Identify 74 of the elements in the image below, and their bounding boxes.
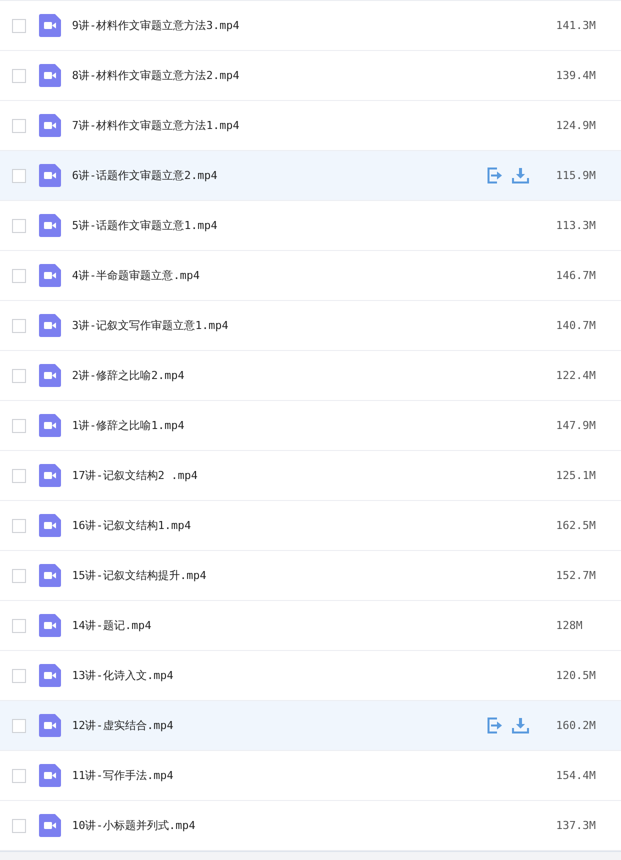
- file-size: 120.5M: [556, 669, 597, 682]
- file-size: 125.1M: [556, 469, 597, 482]
- file-name: 6讲-话题作文审题立意2.mp4: [72, 168, 218, 183]
- checkbox[interactable]: [12, 568, 26, 582]
- file-size: 139.4M: [556, 69, 597, 82]
- file-name: 15讲-记叙文结构提升.mp4: [72, 568, 208, 583]
- video-file-icon: [39, 814, 61, 837]
- file-size: 140.7M: [556, 319, 597, 332]
- file-name: 8讲-材料作文审题立意方法2.mp4: [72, 68, 240, 83]
- checkbox[interactable]: [12, 668, 26, 682]
- checkbox[interactable]: [12, 118, 26, 132]
- checkbox[interactable]: [12, 268, 26, 282]
- checkbox[interactable]: [12, 68, 26, 82]
- video-file-icon: [39, 364, 61, 387]
- file-name: 12讲-虚实结合.mp4: [72, 718, 174, 733]
- file-name: 11讲-写作手法.mp4: [72, 768, 174, 783]
- video-file-icon: [39, 564, 61, 587]
- file-size: 146.7M: [556, 269, 597, 282]
- checkbox[interactable]: [12, 718, 26, 732]
- checkbox[interactable]: [12, 818, 26, 832]
- video-file-icon: [39, 164, 61, 187]
- file-name: 10讲-小标题并列式.mp4: [72, 818, 196, 833]
- file-size: 122.4M: [556, 369, 597, 382]
- checkbox[interactable]: [12, 368, 26, 382]
- share-icon[interactable]: [487, 167, 504, 184]
- file-size: 154.4M: [556, 769, 597, 782]
- video-file-icon: [39, 614, 61, 637]
- file-size: 152.7M: [556, 569, 597, 582]
- file-name: 14讲-题记.mp4: [72, 618, 152, 633]
- checkbox[interactable]: [12, 468, 26, 482]
- file-size: 137.3M: [556, 819, 597, 832]
- file-name: 2讲-修辞之比喻2.mp4: [72, 368, 186, 383]
- file-size: 147.9M: [556, 419, 597, 432]
- file-name: 17讲-记叙文结构2 .mp4: [72, 468, 199, 483]
- video-file-icon: [39, 714, 61, 737]
- checkbox[interactable]: [12, 18, 26, 32]
- video-file-icon: [39, 14, 61, 37]
- download-icon[interactable]: [512, 167, 529, 184]
- file-size: 128M: [556, 619, 584, 632]
- file-size: 162.5M: [556, 519, 597, 532]
- checkbox[interactable]: [12, 618, 26, 632]
- file-row[interactable]: 12讲-虚实结合.mp4 160.2M: [0, 701, 621, 751]
- checkbox[interactable]: [12, 218, 26, 232]
- file-name: 4讲-半命题审题立意.mp4: [72, 268, 201, 283]
- video-file-icon: [39, 664, 61, 687]
- file-size: 113.3M: [556, 219, 597, 232]
- video-file-icon: [39, 214, 61, 237]
- file-size: 115.9M: [556, 169, 597, 182]
- file-name: 3讲-记叙文写作审题立意1.mp4: [72, 318, 230, 333]
- video-file-icon: [39, 264, 61, 287]
- video-file-icon: [39, 464, 61, 487]
- file-name: 7讲-材料作文审题立意方法1.mp4: [72, 118, 240, 133]
- file-size: 160.2M: [556, 719, 597, 732]
- file-name: 5讲-话题作文审题立意1.mp4: [72, 218, 218, 233]
- checkbox[interactable]: [12, 418, 26, 432]
- video-file-icon: [39, 514, 61, 537]
- file-name: 9讲-材料作文审题立意方法3.mp4: [72, 18, 240, 33]
- file-size: 124.9M: [556, 119, 597, 132]
- checkbox[interactable]: [12, 318, 26, 332]
- share-icon[interactable]: [487, 717, 504, 734]
- checkbox[interactable]: [12, 768, 26, 782]
- file-name: 13讲-化诗入文.mp4: [72, 668, 174, 683]
- video-file-icon: [39, 64, 61, 87]
- checkbox[interactable]: [12, 518, 26, 532]
- file-row[interactable]: 6讲-话题作文审题立意2.mp4 115.9M: [0, 151, 621, 201]
- file-name: 1讲-修辞之比喻1.mp4: [72, 418, 186, 433]
- video-file-icon: [39, 314, 61, 337]
- video-file-icon: [39, 114, 61, 137]
- video-file-icon: [39, 414, 61, 437]
- file-name: 16讲-记叙文结构1.mp4: [72, 518, 192, 533]
- checkbox[interactable]: [12, 168, 26, 182]
- download-icon[interactable]: [512, 717, 529, 734]
- file-size: 141.3M: [556, 19, 597, 32]
- video-file-icon: [39, 764, 61, 787]
